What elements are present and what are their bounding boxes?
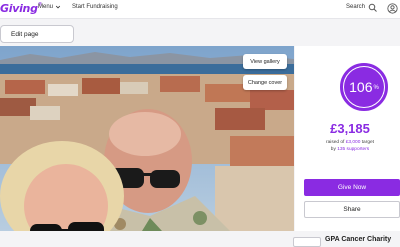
site-logo[interactable]: Giving® bbox=[0, 2, 43, 15]
start-fundraising-link[interactable]: Start Fundraising bbox=[72, 4, 118, 10]
charity-logo bbox=[293, 237, 321, 247]
menu-label: Menu bbox=[38, 4, 54, 10]
search-icon[interactable] bbox=[368, 3, 378, 13]
target-suffix: target bbox=[360, 140, 374, 145]
view-gallery-button[interactable]: View gallery bbox=[243, 54, 287, 69]
charity-name[interactable]: GPA Cancer Charity bbox=[325, 236, 391, 243]
share-button[interactable]: Share bbox=[304, 201, 400, 218]
progress-percent-value: 106 bbox=[349, 79, 373, 95]
supporters-link[interactable]: 135 supporters bbox=[337, 147, 369, 152]
target-amount: £3,000 bbox=[345, 140, 361, 145]
give-now-button[interactable]: Give Now bbox=[304, 179, 400, 196]
user-account-icon[interactable] bbox=[387, 3, 398, 14]
top-nav-bar: Giving® Menu Start Fundraising Search bbox=[0, 0, 400, 19]
target-info: raised of £3,000 target by 135 supporter… bbox=[300, 139, 400, 153]
cover-photo-image bbox=[0, 46, 294, 231]
progress-percent: 106% bbox=[339, 62, 389, 112]
cover-photo: View gallery Change cover bbox=[0, 46, 294, 231]
menu-button[interactable]: Menu bbox=[38, 4, 61, 10]
amount-raised: £3,185 bbox=[330, 121, 370, 136]
search-link[interactable]: Search bbox=[346, 4, 365, 10]
edit-page-button[interactable]: Edit page bbox=[0, 25, 74, 43]
percent-sign: % bbox=[373, 85, 379, 91]
chevron-down-icon bbox=[55, 5, 61, 9]
change-cover-button[interactable]: Change cover bbox=[243, 75, 287, 90]
target-prefix: raised of bbox=[325, 140, 346, 145]
